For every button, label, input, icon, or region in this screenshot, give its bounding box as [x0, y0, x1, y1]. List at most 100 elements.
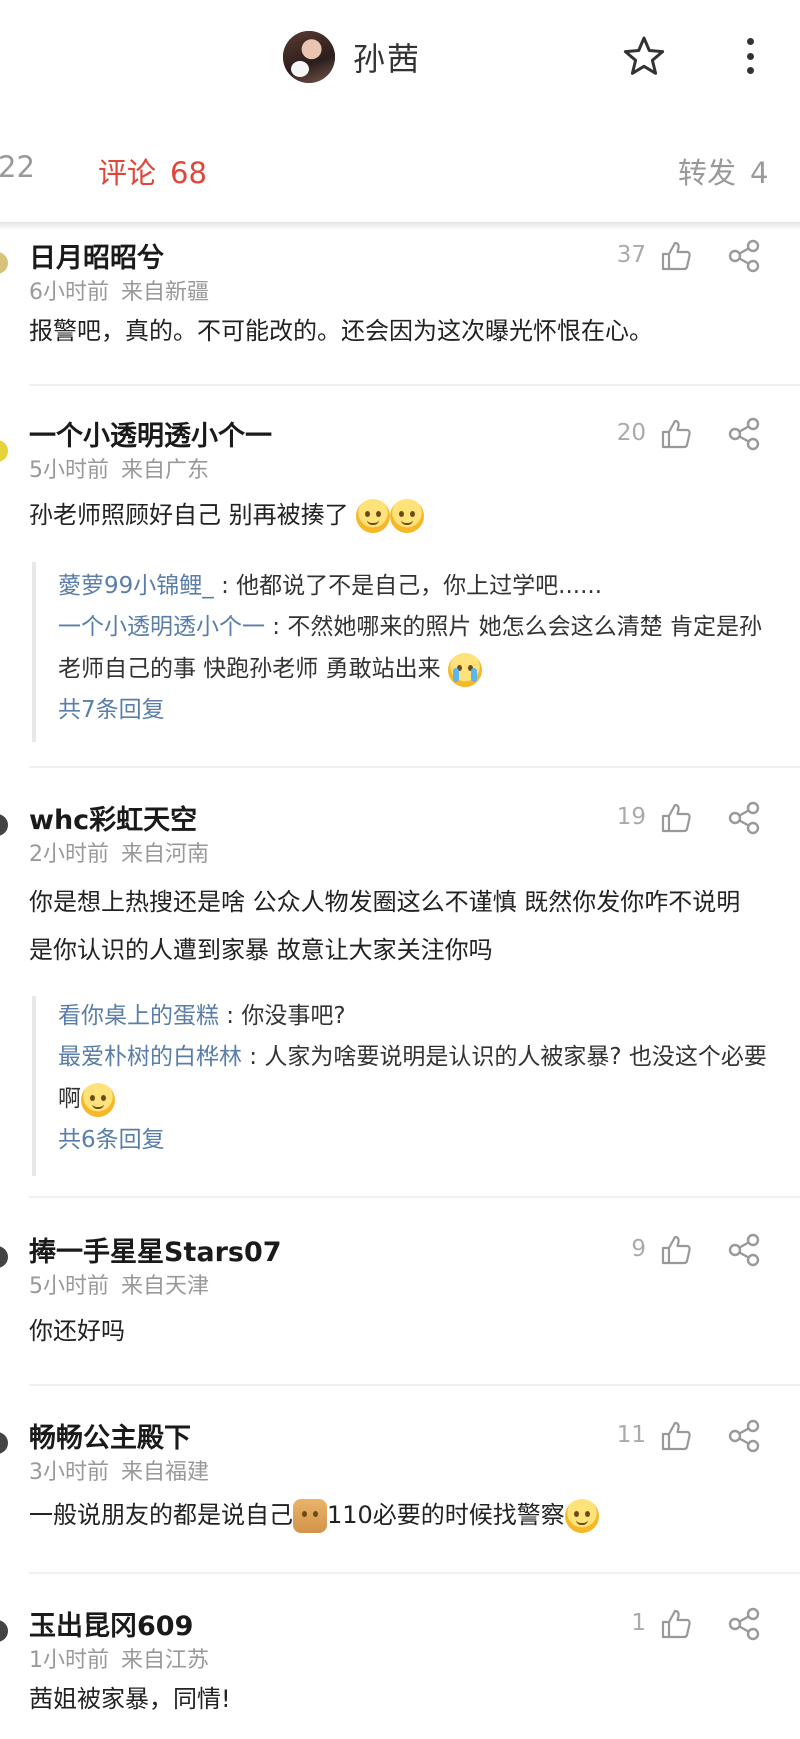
- comment-item: 日月昭昭兮 6小时前 来自新疆 37 报警吧，真的。不可能改的。还会因为这次曝光怀…: [0, 228, 800, 388]
- comment-time: 1小时前: [29, 1648, 109, 1673]
- comment-text-content: 孙老师照顾好自己 别再被揍了: [29, 501, 349, 529]
- reply-author[interactable]: 一个小透明透小个一: [58, 614, 265, 640]
- comment-author[interactable]: 捧一手星星Stars07: [29, 1230, 282, 1269]
- comment-author[interactable]: 日月昭昭兮: [29, 236, 164, 275]
- avatar[interactable]: [0, 440, 8, 462]
- flushed-emoji-icon: [390, 499, 425, 533]
- share-icon[interactable]: [726, 1232, 762, 1268]
- comment-divider: [29, 1572, 800, 1574]
- comment-location: 来自河南: [121, 842, 210, 867]
- tab-bar: 22 评论 68 转发 4: [0, 118, 800, 222]
- star-icon[interactable]: [622, 34, 666, 78]
- comment-meta: 1小时前 来自江苏: [29, 1642, 209, 1674]
- thumbs-up-icon[interactable]: [660, 1420, 692, 1452]
- comment-time: 3小时前: [29, 1460, 109, 1485]
- comment-author[interactable]: 玉出昆冈609: [29, 1604, 193, 1643]
- comment-text-part: 110必要的时候找警察: [327, 1501, 565, 1529]
- like-count: 1: [631, 1610, 646, 1636]
- comment-meta: 5小时前 来自广东: [29, 452, 209, 484]
- tab-comments-count: 68: [170, 156, 207, 190]
- tab-forward-count: 4: [750, 156, 769, 190]
- avatar[interactable]: [0, 814, 8, 836]
- comment-time: 2小时前: [29, 842, 109, 867]
- comment-time: 5小时前: [29, 458, 109, 483]
- share-icon[interactable]: [726, 1418, 762, 1454]
- like-count: 9: [631, 1236, 646, 1262]
- thumbs-up-icon[interactable]: [660, 418, 692, 450]
- view-all-replies-link[interactable]: 共7条回复: [58, 690, 772, 730]
- avatar[interactable]: [0, 252, 8, 274]
- flushed-emoji-icon: [356, 499, 391, 533]
- tab-forward[interactable]: 转发 4: [678, 150, 768, 192]
- avatar[interactable]: [0, 1432, 8, 1454]
- top-bar: 孙茜: [0, 0, 800, 118]
- comment-text: 你是想上热搜还是啥 公众人物发圈这么不谨慎 既然你发你咋不说明是你认识的人遭到家…: [29, 888, 741, 964]
- comment-text: 孙老师照顾好自己 别再被揍了: [29, 490, 759, 540]
- thumbs-up-icon[interactable]: [660, 240, 692, 272]
- comment-location: 来自江苏: [121, 1648, 210, 1673]
- reply-box[interactable]: 看你桌上的蛋糕 : 你没事吧? 最爱朴树的白桦林 : 人家为啥要说明是认识的人被…: [32, 996, 772, 1176]
- tab-partial[interactable]: 22: [0, 150, 35, 184]
- reply-item: 一个小透明透小个一 : 不然她哪来的照片 她怎么会这么清楚 肯定是孙老师自己的事…: [58, 606, 772, 690]
- more-vertical-icon[interactable]: [735, 34, 765, 78]
- comment-item: 捧一手星星Stars07 5小时前 来自天津 9 你还好吗: [0, 1222, 800, 1372]
- reply-item: 看你桌上的蛋糕 : 你没事吧?: [58, 996, 772, 1036]
- share-icon[interactable]: [726, 800, 762, 836]
- comment-meta: 2小时前 来自河南: [29, 836, 209, 868]
- view-all-replies-link[interactable]: 共6条回复: [58, 1120, 772, 1160]
- crying-emoji-icon: [447, 652, 482, 687]
- comment-location: 来自福建: [121, 1460, 210, 1485]
- comment-item: 畅畅公主殿下 3小时前 来自福建 11 一般说朋友的都是说自己 110必要的时候找警…: [0, 1408, 800, 1568]
- smile-emoji-icon: [564, 1499, 599, 1533]
- comment-divider: [29, 766, 800, 768]
- thumbs-up-icon[interactable]: [660, 802, 692, 834]
- tab-comments-label: 评论: [98, 156, 157, 190]
- comment-text-part: 一般说朋友的都是说自己: [29, 1501, 293, 1529]
- comment-meta: 3小时前 来自福建: [29, 1454, 209, 1486]
- comment-time: 5小时前: [29, 1274, 109, 1299]
- smile-emoji-icon: [81, 1082, 115, 1117]
- like-count: 37: [616, 242, 646, 268]
- comment-item: 玉出昆冈609 1小时前 来自江苏 1 茜姐被家暴，同情!: [0, 1596, 800, 1739]
- comment-meta: 5小时前 来自天津: [29, 1268, 209, 1300]
- comment-author[interactable]: 一个小透明透小个一: [29, 414, 272, 453]
- avatar[interactable]: [283, 31, 335, 83]
- reply-author[interactable]: 薆萝99小锦鲤_: [58, 573, 214, 599]
- comment-location: 来自天津: [121, 1274, 210, 1299]
- comment-text: 你还好吗: [29, 1317, 125, 1345]
- share-icon[interactable]: [726, 1606, 762, 1642]
- tab-forward-label: 转发: [678, 156, 737, 190]
- page-title: 孙茜: [353, 40, 422, 78]
- comment-location: 来自新疆: [121, 280, 210, 305]
- thumbs-up-icon[interactable]: [660, 1608, 692, 1640]
- comment-item: whc彩虹天空 2小时前 来自河南 19 你是想上热搜还是啥 公众人物发圈这么不谨…: [0, 790, 800, 1190]
- share-icon[interactable]: [726, 416, 762, 452]
- reply-text: : 他都说了不是自己，你上过学吧......: [213, 573, 603, 599]
- reply-item: 最爱朴树的白桦林 : 人家为啥要说明是认识的人被家暴? 也没这个必要啊: [58, 1036, 772, 1120]
- reply-box[interactable]: 薆萝99小锦鲤_ : 他都说了不是自己，你上过学吧...... 一个小透明透小个…: [32, 562, 772, 742]
- comment-author[interactable]: 畅畅公主殿下: [29, 1416, 191, 1455]
- comment-text: 报警吧，真的。不可能改的。还会因为这次曝光怀恨在心。: [29, 317, 653, 345]
- avatar[interactable]: [0, 1246, 8, 1268]
- tab-comments[interactable]: 评论 68: [98, 150, 207, 192]
- comment-divider: [29, 384, 800, 386]
- reply-author[interactable]: 最爱朴树的白桦林: [58, 1044, 242, 1070]
- reply-item: 薆萝99小锦鲤_ : 他都说了不是自己，你上过学吧......: [58, 562, 772, 606]
- doge-emoji-icon: [293, 1499, 327, 1533]
- comment-meta: 6小时前 来自新疆: [29, 274, 209, 306]
- avatar[interactable]: [0, 1620, 8, 1642]
- reply-author[interactable]: 看你桌上的蛋糕: [58, 1003, 219, 1029]
- comment-author[interactable]: whc彩虹天空: [29, 798, 197, 837]
- comment-text: 茜姐被家暴，同情!: [29, 1685, 231, 1713]
- comment-text: 一般说朋友的都是说自己 110必要的时候找警察: [29, 1490, 759, 1540]
- like-count: 20: [616, 420, 646, 446]
- reply-text: : 你没事吧?: [219, 1003, 346, 1029]
- comment-location: 来自广东: [121, 458, 210, 483]
- comment-item: 一个小透明透小个一 5小时前 来自广东 20 孙老师照顾好自己 别再被揍了 薆萝9…: [0, 406, 800, 766]
- like-count: 11: [616, 1422, 646, 1448]
- share-icon[interactable]: [726, 238, 762, 274]
- thumbs-up-icon[interactable]: [660, 1234, 692, 1266]
- profile-header[interactable]: 孙茜: [283, 28, 421, 86]
- comment-divider: [29, 1196, 800, 1198]
- comment-divider: [29, 1384, 800, 1386]
